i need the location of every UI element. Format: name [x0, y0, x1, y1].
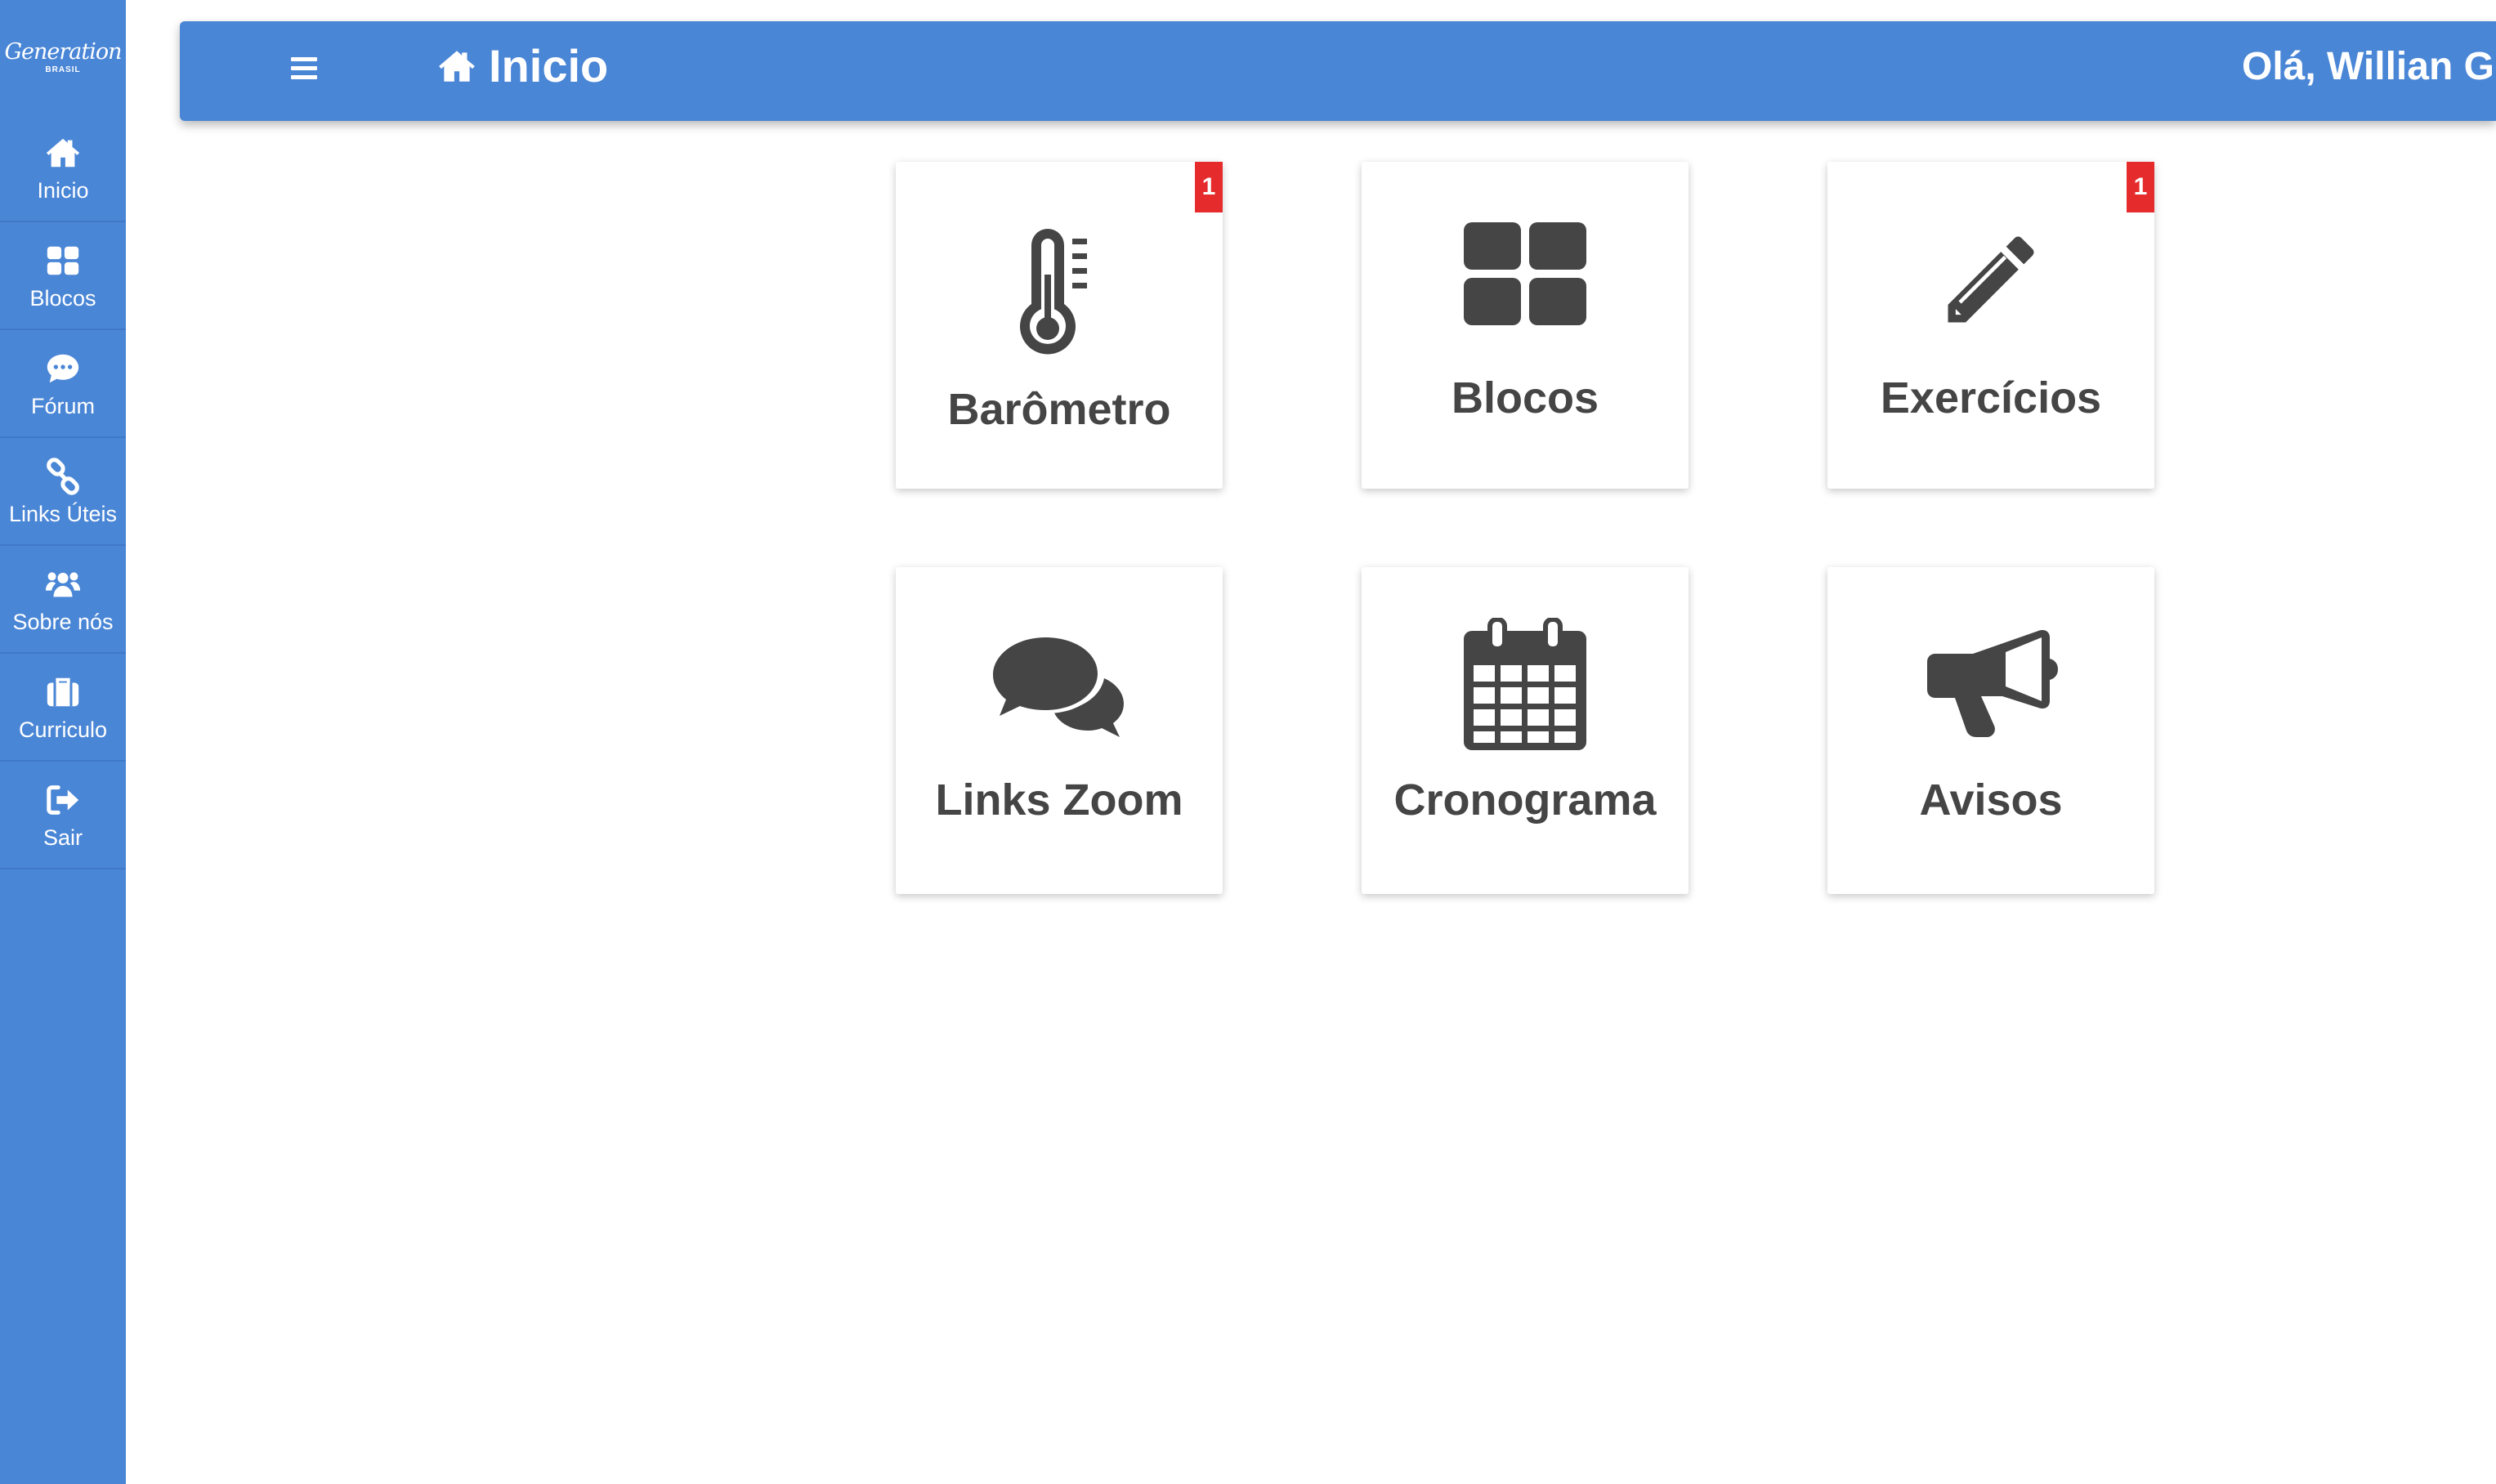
brand-name: Generation — [4, 38, 122, 65]
page-title: Inicio — [435, 43, 608, 89]
card-label: Avisos — [1919, 776, 2063, 825]
home-icon — [439, 51, 475, 82]
sidebar-item-label: Inicio — [37, 177, 89, 203]
hamburger-icon[interactable] — [291, 57, 317, 85]
sidebar-item-label: Fórum — [30, 393, 95, 418]
sidebar-item-label: Links Úteis — [8, 501, 118, 526]
sidebar-item-label: Sobre nós — [12, 609, 114, 634]
sidebar-item-sair[interactable]: Sair — [0, 762, 126, 869]
home-icon — [46, 138, 80, 167]
sidebar-item-blocos[interactable]: Blocos — [0, 222, 126, 330]
card-label: Links Zoom — [935, 776, 1183, 825]
briefcase-icon — [47, 677, 79, 706]
calendar-icon — [1464, 618, 1586, 750]
link-icon — [47, 457, 79, 495]
card-avisos[interactable]: Avisos — [1827, 567, 2154, 894]
sidebar-item-curriculo[interactable]: Curriculo — [0, 654, 126, 762]
grid-icon — [47, 246, 79, 275]
card-links-zoom[interactable]: Links Zoom — [896, 567, 1223, 894]
sidebar-item-forum[interactable]: Fórum — [0, 330, 126, 438]
sign-out-icon — [47, 784, 79, 815]
brand-subtitle: BRASIL — [45, 65, 81, 74]
sidebar-item-links-uteis[interactable]: Links Úteis — [0, 438, 126, 546]
sidebar: Generation BRASIL Inicio Blocos Fórum Li… — [0, 0, 126, 1484]
comment-icon — [47, 354, 79, 382]
sidebar-item-inicio[interactable]: Inicio — [0, 114, 126, 222]
notification-badge: 1 — [2127, 162, 2154, 212]
card-label: Blocos — [1451, 373, 1599, 422]
card-label: Barômetro — [947, 385, 1171, 434]
comments-icon — [993, 637, 1124, 737]
pencil-icon — [1948, 236, 2034, 323]
notification-badge: 1 — [1195, 162, 1223, 212]
sidebar-item-sobre-nos[interactable]: Sobre nós — [0, 546, 126, 654]
megaphone-icon — [1927, 629, 2058, 737]
sidebar-item-label: Blocos — [29, 285, 96, 311]
sidebar-item-label: Curriculo — [18, 717, 108, 742]
brand-logo[interactable]: Generation BRASIL — [0, 0, 126, 114]
card-blocos[interactable]: Blocos — [1362, 162, 1689, 489]
card-cronograma[interactable]: Cronograma — [1362, 567, 1689, 894]
user-greeting[interactable]: Olá, Willian Gu — [2242, 44, 2496, 89]
top-bar: Inicio Olá, Willian Gu — [180, 21, 2496, 121]
page-title-text: Inicio — [489, 40, 609, 92]
card-label: Cronograma — [1393, 776, 1657, 825]
thermometer-icon — [1020, 229, 1087, 355]
card-exercicios[interactable]: Exercícios 1 — [1827, 162, 2154, 489]
sidebar-item-label: Sair — [42, 825, 83, 850]
card-barometro[interactable]: Barômetro 1 — [896, 162, 1223, 489]
users-icon — [45, 571, 81, 597]
card-label: Exercícios — [1880, 373, 2102, 422]
grid-icon — [1464, 222, 1586, 325]
